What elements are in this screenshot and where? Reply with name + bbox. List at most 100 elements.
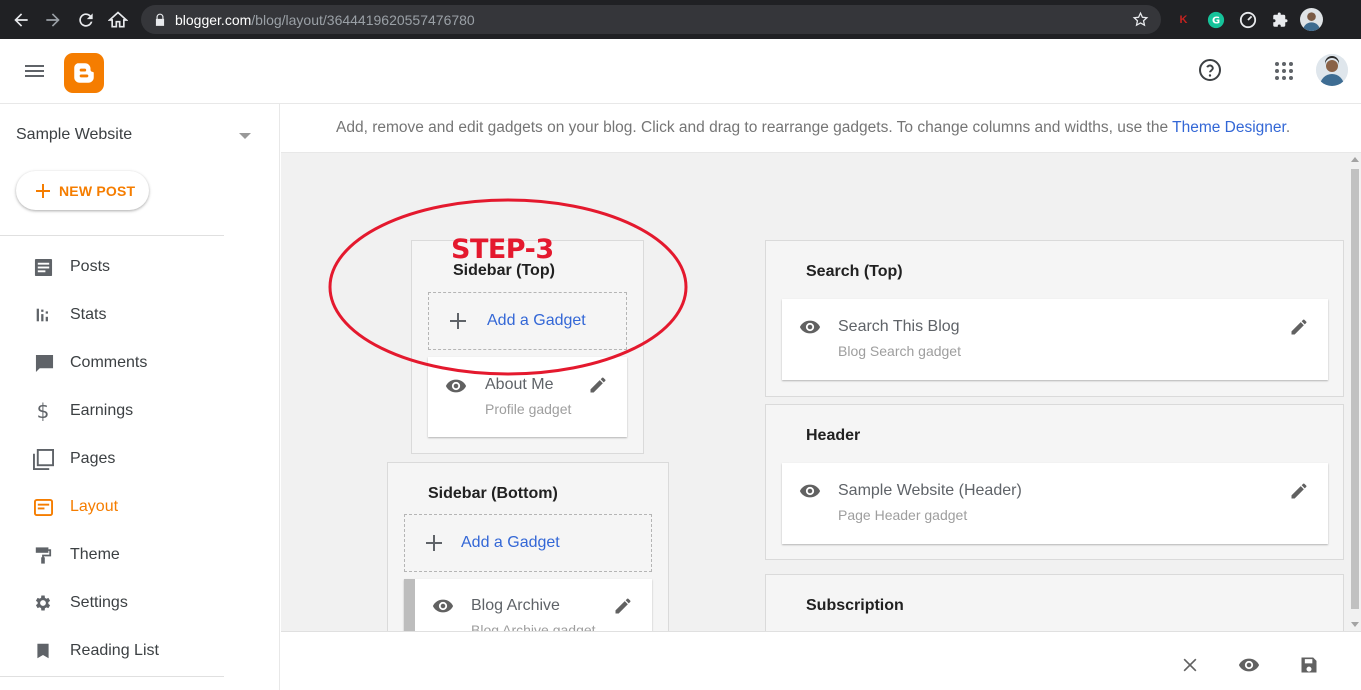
sidebar-item-settings[interactable]: Settings [0, 579, 280, 627]
apps-grid-icon[interactable] [1274, 61, 1294, 81]
earnings-icon: $ [36, 399, 50, 423]
reload-icon [79, 13, 93, 27]
gadget-name: About Me [485, 376, 554, 393]
gadget-type: Blog Search gadget [838, 343, 961, 359]
caret-down-icon [239, 133, 251, 139]
theme-designer-link[interactable]: Theme Designer [1172, 119, 1286, 136]
blog-name: Sample Website [16, 126, 133, 143]
add-gadget-button[interactable]: Add a Gadget [404, 514, 652, 572]
sidebar-item-comments[interactable]: Comments [0, 339, 280, 387]
scroll-up-icon[interactable] [1351, 157, 1359, 162]
browser-profile-avatar[interactable] [1300, 8, 1323, 31]
sidebar-item-label: Pages [70, 450, 116, 467]
sidebar-item-label: Layout [70, 498, 119, 515]
sidebar-item-layout[interactable]: Layout [0, 483, 280, 531]
eye-icon[interactable] [432, 598, 454, 614]
info-period: . [1285, 119, 1291, 136]
pencil-icon[interactable] [613, 596, 633, 616]
section-sidebar-bottom: Sidebar (Bottom) Add a Gadget Blog Archi… [387, 462, 669, 631]
sidebar-item-reading-list[interactable]: Reading List [0, 627, 280, 675]
help-icon[interactable] [1198, 58, 1222, 82]
blogger-logo[interactable] [64, 53, 104, 93]
bottom-action-bar [281, 631, 1361, 690]
add-gadget-label: Add a Gadget [461, 534, 560, 551]
blogger-b-icon [74, 63, 94, 83]
info-text: Add, remove and edit gadgets on your blo… [336, 119, 1173, 136]
sidebar-item-stats[interactable]: Stats [0, 291, 280, 339]
address-bar[interactable]: blogger.com/blog/layout/3644419620557476… [141, 5, 1161, 34]
eye-icon[interactable] [799, 483, 821, 499]
drag-handle[interactable] [404, 579, 415, 631]
menu-icon[interactable] [24, 61, 46, 81]
eye-icon[interactable] [799, 319, 821, 335]
left-sidebar: Sample Website NEW POST Posts Stats Comm… [0, 104, 280, 690]
gadget-type: Profile gadget [485, 401, 572, 417]
section-title: Header [806, 427, 861, 444]
sidebar-item-label: Comments [70, 354, 148, 371]
plus-icon [36, 183, 50, 198]
account-avatar[interactable] [1316, 54, 1348, 86]
app-header [0, 39, 1361, 104]
section-sidebar-top: Sidebar (Top) Add a Gadget About Me Prof… [411, 240, 644, 454]
reading-list-icon [32, 640, 54, 662]
scroll-down-icon[interactable] [1351, 622, 1359, 627]
preview-button[interactable] [1238, 654, 1260, 676]
gadget-name: Blog Archive [471, 597, 560, 614]
grammarly-icon[interactable]: G [1206, 10, 1225, 29]
gadget-card[interactable]: Blog Archive Blog Archive gadget [404, 579, 652, 631]
gadget-type: Page Header gadget [838, 507, 968, 523]
reload-button[interactable] [70, 4, 102, 36]
arrow-left-icon [14, 13, 28, 27]
home-icon [108, 11, 128, 28]
sidebar-item-posts[interactable]: Posts [0, 243, 280, 291]
blog-selector[interactable]: Sample Website [16, 126, 256, 146]
sidebar-item-label: Theme [70, 546, 120, 563]
layout-info-bar: Add, remove and edit gadgets on your blo… [281, 104, 1361, 153]
bookmark-star-icon[interactable] [1132, 11, 1149, 28]
plus-icon [450, 313, 466, 329]
save-icon [1301, 657, 1317, 673]
eye-icon [1238, 658, 1260, 672]
extensions-puzzle-icon[interactable] [1270, 10, 1289, 29]
pencil-icon[interactable] [1289, 481, 1309, 501]
url-path: /blog/layout/3644419620557476780 [251, 11, 475, 28]
gadget-card[interactable]: Search This Blog Blog Search gadget [782, 299, 1328, 380]
back-button[interactable] [5, 4, 37, 36]
forward-button[interactable] [37, 4, 69, 36]
new-post-button[interactable]: NEW POST [16, 171, 149, 210]
add-gadget-button[interactable]: Add a Gadget [428, 292, 627, 350]
plus-icon [426, 535, 442, 551]
sidebar-item-pages[interactable]: Pages [0, 435, 280, 483]
sidebar-item-earnings[interactable]: $ Earnings [0, 387, 280, 435]
url-text: blogger.com/blog/layout/3644419620557476… [175, 12, 475, 28]
gadget-name: Search This Blog [838, 318, 960, 335]
speedometer-icon[interactable] [1238, 10, 1257, 29]
new-post-label: NEW POST [59, 182, 136, 199]
gadget-type: Blog Archive gadget [471, 622, 596, 631]
canvas-scrollbar[interactable] [1349, 153, 1361, 631]
gadget-card[interactable]: Sample Website (Header) Page Header gadg… [782, 463, 1328, 544]
arrow-right-icon [46, 13, 60, 27]
home-button[interactable] [102, 4, 134, 36]
layout-icon [32, 496, 54, 518]
sidebar-item-label: Settings [70, 594, 128, 611]
scroll-thumb[interactable] [1351, 169, 1359, 609]
sidebar-divider [0, 676, 224, 677]
extension-k-icon[interactable]: K [1174, 10, 1193, 29]
pencil-icon[interactable] [1289, 317, 1309, 337]
discard-button[interactable] [1179, 654, 1201, 676]
svg-text:G: G [1211, 15, 1219, 26]
pencil-icon[interactable] [588, 375, 608, 395]
sidebar-item-theme[interactable]: Theme [0, 531, 280, 579]
sidebar-item-label: Stats [70, 306, 107, 323]
settings-icon [32, 592, 54, 614]
save-button[interactable] [1298, 654, 1320, 676]
info-message: Add, remove and edit gadgets on your blo… [336, 119, 1290, 137]
sidebar-item-label: Earnings [70, 402, 134, 419]
eye-icon[interactable] [445, 378, 467, 394]
gadget-card[interactable]: About Me Profile gadget [428, 357, 627, 437]
layout-canvas: Sidebar (Top) Add a Gadget About Me Prof… [281, 153, 1349, 631]
step-label: STEP-3 [451, 234, 554, 265]
sidebar-item-label: Posts [70, 258, 111, 275]
stats-icon [32, 304, 54, 326]
